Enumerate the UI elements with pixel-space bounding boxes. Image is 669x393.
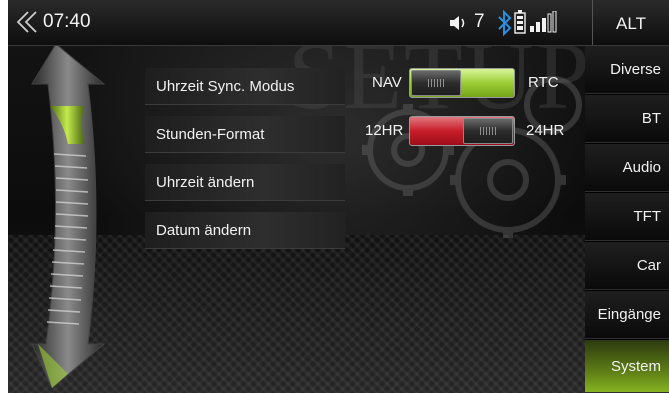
category-sidebar: Diverse BT Audio TFT Car Eingänge System <box>585 46 669 393</box>
sidebar-item-audio[interactable]: Audio <box>585 144 669 192</box>
alt-button[interactable]: ALT <box>593 0 669 45</box>
scroll-arrow-icon[interactable] <box>8 44 128 393</box>
clock-time: 07:40 <box>43 11 91 32</box>
speaker-icon <box>450 16 465 30</box>
menu-item-hour-format[interactable]: Stunden-Format <box>145 116 345 153</box>
sidebar-item-bt[interactable]: BT <box>585 95 669 143</box>
back-icon[interactable] <box>14 9 40 35</box>
toggle-knob[interactable] <box>463 118 513 144</box>
sidebar-item-tft[interactable]: TFT <box>585 193 669 241</box>
bluetooth-icon <box>498 9 512 37</box>
status-bar: 07:40 7 ALT <box>8 0 669 46</box>
sync-mode-toggle[interactable] <box>409 68 515 98</box>
sidebar-item-car[interactable]: Car <box>585 242 669 290</box>
hour-format-toggle[interactable] <box>409 116 515 146</box>
menu-item-change-date[interactable]: Datum ändern <box>145 212 345 249</box>
volume-level: 7 <box>474 11 485 32</box>
signal-icon <box>530 11 557 33</box>
menu-item-sync-mode[interactable]: Uhrzeit Sync. Modus <box>145 68 345 105</box>
toggle-right-label-24hr: 24HR <box>526 122 565 139</box>
battery-icon <box>514 10 526 34</box>
sidebar-item-system[interactable]: System <box>585 340 669 393</box>
toggle-knob[interactable] <box>411 70 461 96</box>
toggle-left-label-nav: NAV <box>372 74 402 91</box>
sidebar-item-eingaenge[interactable]: Eingänge <box>585 291 669 339</box>
toggle-right-label-rtc: RTC <box>528 74 559 91</box>
menu-item-change-time[interactable]: Uhrzeit ändern <box>145 164 345 201</box>
toggle-left-label-12hr: 12HR <box>365 122 404 139</box>
head-unit-screen: SETUP <box>8 0 669 393</box>
sidebar-item-diverse[interactable]: Diverse <box>585 46 669 94</box>
